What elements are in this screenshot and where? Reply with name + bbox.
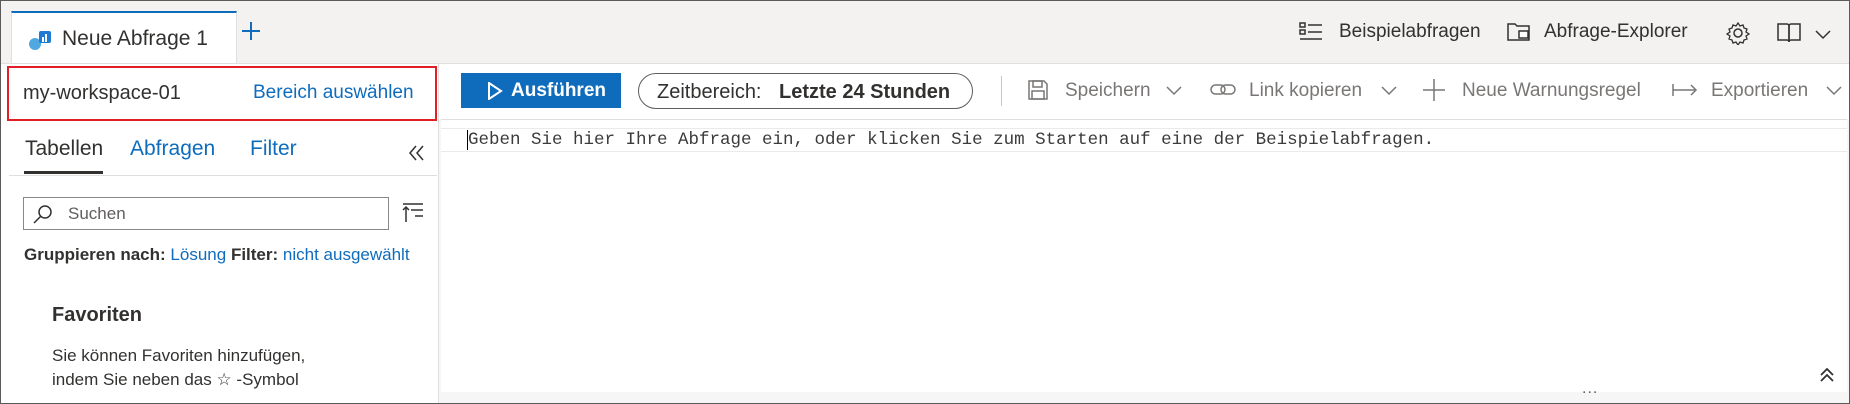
copy-link-chevron-down-icon[interactable]	[1380, 85, 1398, 97]
divider	[9, 175, 437, 176]
editor-placeholder: Geben Sie hier Ihre Abfrage ein, oder kl…	[468, 130, 1435, 150]
text-caret	[467, 130, 468, 150]
copy-link-button[interactable]: Link kopieren	[1249, 80, 1362, 102]
export-chevron-down-icon[interactable]	[1825, 85, 1843, 97]
editor-area: Geben Sie hier Ihre Abfrage ein, oder kl…	[439, 119, 1849, 403]
chevron-down-icon[interactable]	[1814, 29, 1832, 41]
save-icon	[1028, 80, 1048, 100]
play-icon	[488, 82, 503, 100]
favorites-title: Favoriten	[52, 304, 143, 326]
schema-side-panel: my-workspace-01 Bereich auswählen Tabell…	[1, 63, 439, 403]
save-button[interactable]: Speichern	[1065, 80, 1151, 102]
group-by-label: Gruppieren nach:	[24, 245, 166, 264]
tab-abfragen[interactable]: Abfragen	[130, 137, 215, 161]
collapse-panel-icon[interactable]	[407, 143, 427, 163]
time-range-picker[interactable]: Zeitbereich: Letzte 24 Stunden	[638, 73, 973, 109]
search-input[interactable]	[66, 202, 380, 226]
query-editor[interactable]: Geben Sie hier Ihre Abfrage ein, oder kl…	[441, 119, 1847, 392]
book-icon[interactable]	[1776, 21, 1802, 45]
log-analytics-query-window: Neue Abfrage 1 Beispielabfragen Abfrage-…	[0, 0, 1850, 404]
export-arrow-icon	[1672, 84, 1698, 96]
toolbar-divider	[1001, 76, 1002, 106]
filter-value-link[interactable]: nicht ausgewählt	[283, 245, 410, 264]
filter-label: Filter:	[230, 245, 279, 264]
sample-queries-button[interactable]: Beispielabfragen	[1339, 21, 1481, 43]
add-tab-icon[interactable]	[237, 17, 265, 45]
tab-filter[interactable]: Filter	[250, 137, 297, 161]
query-explorer-button[interactable]: Abfrage-Explorer	[1544, 21, 1688, 43]
plus-icon	[1423, 79, 1445, 101]
search-icon	[33, 205, 52, 224]
time-range-value: Letzte 24 Stunden	[779, 81, 951, 103]
settings-gear-icon[interactable]	[1726, 21, 1750, 45]
favorites-description-line-1: Sie können Favoriten hinzufügen,	[52, 346, 306, 365]
log-analytics-app-icon	[29, 31, 51, 50]
run-button-label: Ausführen	[511, 80, 606, 101]
save-chevron-down-icon[interactable]	[1165, 85, 1183, 97]
favorites-description: Sie können Favoriten hinzufügen, indem S…	[52, 344, 392, 392]
tab-tabellen[interactable]: Tabellen	[25, 137, 103, 161]
run-button[interactable]: Ausführen	[461, 73, 621, 108]
list-icon[interactable]	[1299, 21, 1323, 43]
link-icon	[1210, 84, 1236, 95]
tab-neue-abfrage-1[interactable]: Neue Abfrage 1	[11, 11, 237, 63]
new-alert-rule-button[interactable]: Neue Warnungsregel	[1462, 80, 1641, 102]
query-toolbar: Ausführen Zeitbereich: Letzte 24 Stunden…	[439, 63, 1849, 119]
workspace-selector[interactable]: my-workspace-01 Bereich auswählen	[7, 66, 437, 121]
double-chevron-up-icon[interactable]	[1817, 365, 1837, 385]
tab-bar: Neue Abfrage 1 Beispielabfragen Abfrage-…	[1, 1, 1849, 64]
export-button[interactable]: Exportieren	[1711, 80, 1808, 102]
sort-icon[interactable]	[401, 201, 425, 223]
tab-title: Neue Abfrage 1	[62, 27, 208, 50]
search-field[interactable]	[23, 197, 389, 230]
select-scope-link[interactable]: Bereich auswählen	[253, 82, 414, 104]
group-by-value-link[interactable]: Lösung	[170, 245, 226, 264]
grouping-row: Gruppieren nach: Lösung Filter: nicht au…	[24, 245, 410, 265]
workspace-name: my-workspace-01	[23, 82, 181, 104]
active-tab-indicator	[24, 171, 103, 174]
resize-handle[interactable]: ...	[1582, 380, 1598, 398]
favorites-description-line-2: indem Sie neben das ☆ -Symbol	[52, 370, 299, 389]
time-range-label: Zeitbereich:	[657, 81, 762, 103]
folder-explorer-icon[interactable]	[1507, 21, 1531, 43]
